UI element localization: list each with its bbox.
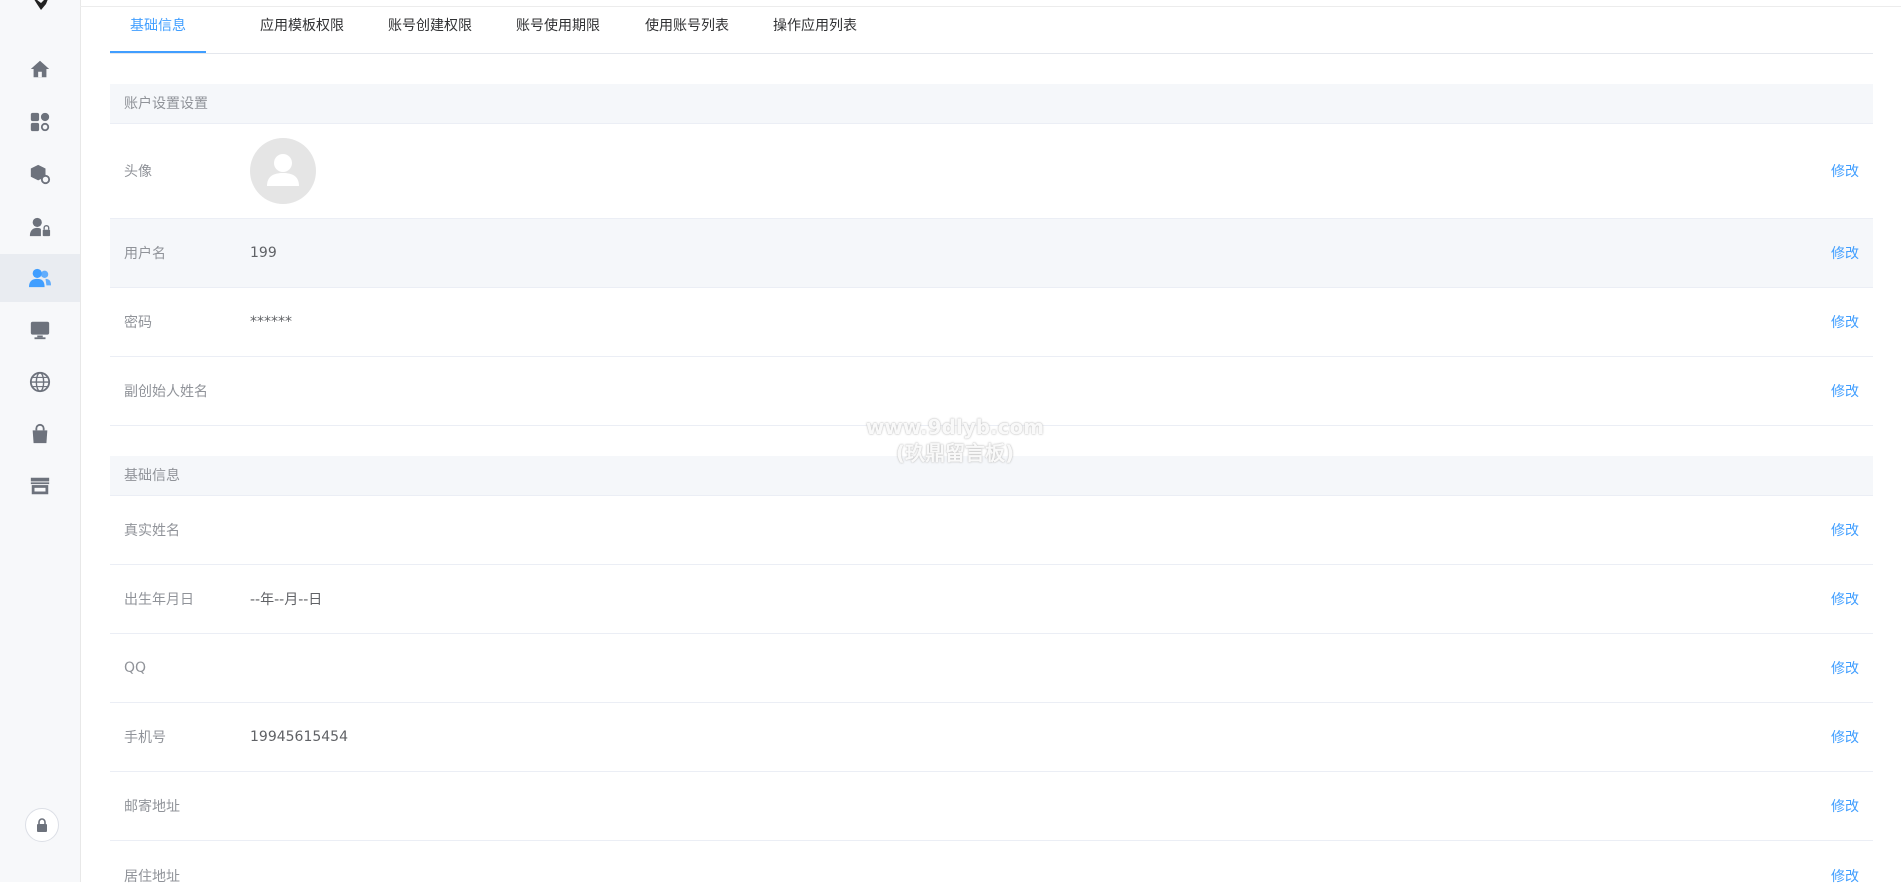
edit-co-founder-name-button[interactable]: 修改 — [1831, 357, 1859, 425]
username-value: 199 — [250, 245, 277, 261]
home-icon — [30, 60, 50, 78]
edit-phone-button[interactable]: 修改 — [1831, 703, 1859, 771]
edit-qq-button[interactable]: 修改 — [1831, 634, 1859, 702]
sidebar-item-user-permissions[interactable] — [0, 203, 80, 251]
phone-value: 19945615454 — [250, 729, 348, 745]
main-content: 基础信息 应用模板权限 账号创建权限 账号使用期限 使用账号列表 操作应用列表 … — [80, 0, 1901, 885]
row-label: 邮寄地址 — [124, 799, 180, 815]
tab-used-account-list[interactable]: 使用账号列表 — [645, 8, 729, 53]
row-avatar: 头像 修改 — [110, 124, 1873, 219]
monitor-icon — [30, 321, 50, 340]
row-residential-address: 居住地址 修改 — [110, 841, 1873, 885]
row-label: 真实姓名 — [124, 523, 180, 539]
password-value: ****** — [250, 314, 292, 330]
lock-icon — [37, 818, 47, 832]
tab-basic-info[interactable]: 基础信息 — [130, 8, 186, 53]
sidebar-item-monitor[interactable] — [0, 306, 80, 354]
edit-username-button[interactable]: 修改 — [1831, 219, 1859, 287]
users-icon — [29, 268, 51, 288]
sidebar-item-store[interactable] — [0, 462, 80, 510]
row-label: 副创始人姓名 — [124, 384, 208, 400]
shopping-bag-icon — [32, 423, 48, 444]
tab-bar: 基础信息 应用模板权限 账号创建权限 账号使用期限 使用账号列表 操作应用列表 — [110, 8, 1873, 54]
bird-logo-icon — [30, 0, 52, 10]
row-label: 用户名 — [124, 246, 166, 262]
default-avatar-icon — [250, 138, 316, 204]
sidebar-item-home[interactable] — [0, 45, 80, 93]
row-real-name: 真实姓名 修改 — [110, 496, 1873, 565]
edit-mailing-address-button[interactable]: 修改 — [1831, 772, 1859, 840]
tab-app-template-permission[interactable]: 应用模板权限 — [260, 8, 344, 53]
store-icon — [30, 477, 50, 495]
lock-button[interactable] — [25, 808, 59, 842]
tab-account-creation-permission[interactable]: 账号创建权限 — [388, 8, 472, 53]
row-label: 出生年月日 — [124, 592, 194, 608]
sidebar-item-apps[interactable] — [0, 98, 80, 146]
top-divider — [80, 6, 1901, 7]
birthday-value: --年--月--日 — [250, 592, 323, 608]
row-label: QQ — [124, 660, 147, 676]
row-label: 手机号 — [124, 730, 166, 746]
row-co-founder-name: 副创始人姓名 修改 — [110, 357, 1873, 426]
sidebar-item-users[interactable] — [0, 254, 80, 302]
sidebar-item-packages[interactable] — [0, 150, 80, 198]
apps-icon — [30, 112, 50, 132]
edit-birthday-button[interactable]: 修改 — [1831, 565, 1859, 633]
row-password: 密码 ****** 修改 — [110, 288, 1873, 357]
tab-operation-app-list[interactable]: 操作应用列表 — [773, 8, 857, 53]
section-header-basic: 基础信息 — [110, 456, 1873, 496]
sidebar-item-shop[interactable] — [0, 410, 80, 458]
row-birthday: 出生年月日 --年--月--日 修改 — [110, 565, 1873, 634]
edit-residential-address-button[interactable]: 修改 — [1831, 841, 1859, 886]
package-settings-icon — [30, 164, 51, 185]
sidebar-item-globe[interactable] — [0, 358, 80, 406]
active-tab-indicator — [110, 51, 206, 53]
edit-avatar-button[interactable]: 修改 — [1831, 124, 1859, 218]
row-mailing-address: 邮寄地址 修改 — [110, 772, 1873, 841]
section-header-account: 账户设置设置 — [110, 84, 1873, 124]
row-username: 用户名 199 修改 — [110, 219, 1873, 288]
row-label: 头像 — [124, 164, 152, 180]
row-label: 居住地址 — [124, 869, 180, 885]
edit-password-button[interactable]: 修改 — [1831, 288, 1859, 356]
row-phone: 手机号 19945615454 修改 — [110, 703, 1873, 772]
sidebar — [0, 0, 81, 882]
row-label: 密码 — [124, 315, 152, 331]
globe-icon — [29, 371, 51, 393]
user-lock-icon — [29, 217, 51, 237]
tab-account-usage-period[interactable]: 账号使用期限 — [516, 8, 600, 53]
row-qq: QQ 修改 — [110, 634, 1873, 703]
edit-real-name-button[interactable]: 修改 — [1831, 496, 1859, 564]
